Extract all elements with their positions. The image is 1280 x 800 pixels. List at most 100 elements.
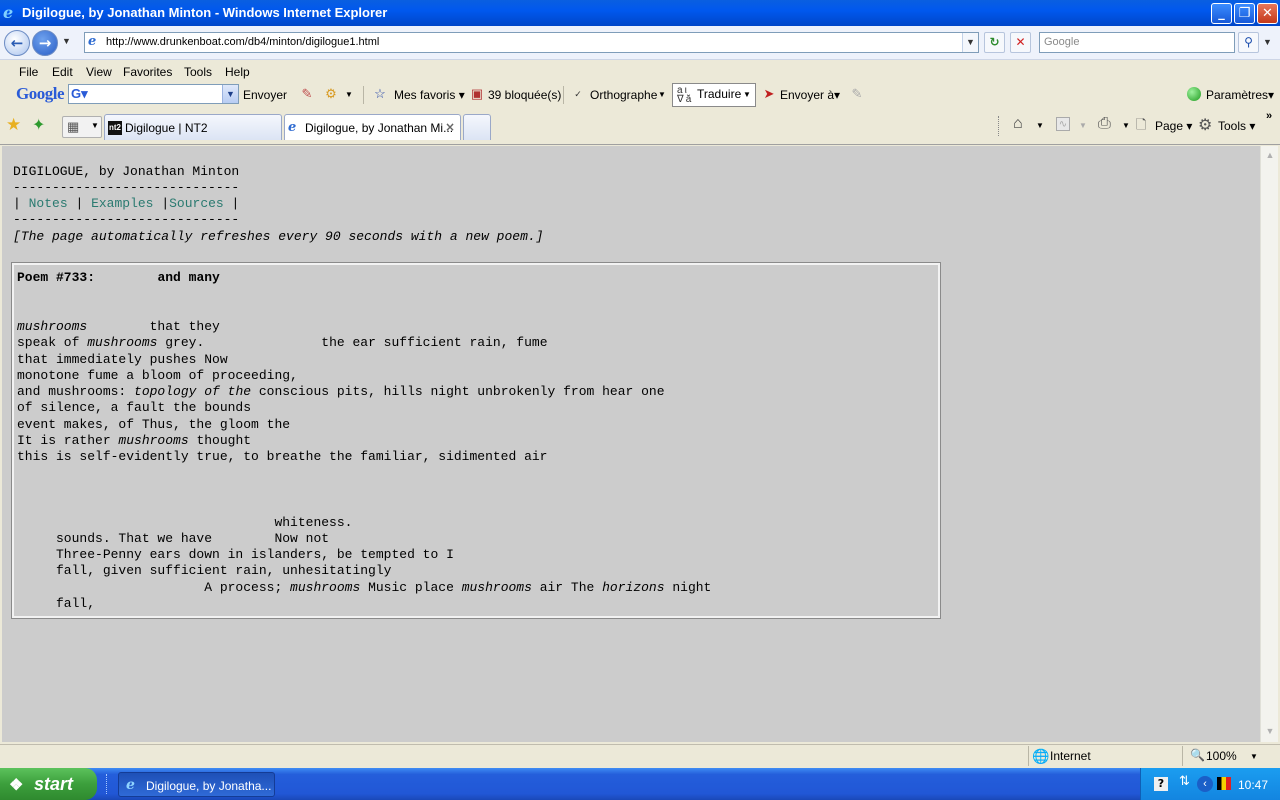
feeds-icon[interactable]: ∿ (1056, 117, 1070, 131)
menu-help[interactable]: Help (225, 65, 250, 79)
tab-label: Digilogue | NT2 (125, 121, 208, 135)
orthographe-dropdown-icon[interactable]: ▼ (658, 90, 666, 99)
google-search-input[interactable]: G▾ ▼ (68, 84, 239, 104)
chevron-right-icon[interactable]: » (1266, 110, 1272, 122)
search-options-icon[interactable]: ▼ (1263, 37, 1272, 47)
tray-arrow-icon[interactable]: ‹ (1197, 776, 1213, 792)
page-menu-label: Page (1155, 119, 1184, 133)
stop-button[interactable]: ✕ (1010, 32, 1031, 53)
mes-favoris-button[interactable]: Mes favoris ▾ (394, 87, 465, 103)
search-button[interactable]: ⚲ (1238, 32, 1259, 53)
vertical-scrollbar[interactable]: ▲ ▼ (1260, 146, 1278, 742)
notes-link[interactable]: Notes (29, 196, 68, 211)
tab-label: Digilogue, by Jonathan Mi... (305, 121, 454, 135)
start-button[interactable]: ❖ start (0, 768, 97, 800)
scroll-up-icon[interactable]: ▲ (1263, 148, 1277, 162)
menu-file[interactable]: File (19, 65, 38, 79)
traduire-button[interactable]: a ι ∇ ă Traduire ▼ (672, 83, 756, 107)
poem-line (17, 466, 711, 482)
highlight-icon[interactable]: ✎ (299, 86, 315, 102)
parametres-button[interactable]: Paramètres▾ (1206, 87, 1274, 103)
poem-emphasis: mushrooms (290, 579, 361, 595)
add-favorite-icon[interactable]: ✦ (32, 115, 45, 135)
history-dropdown-icon[interactable]: ▼ (62, 36, 71, 46)
sources-link[interactable]: Sources (169, 196, 224, 211)
print-icon[interactable]: ⎙ (1098, 115, 1111, 133)
forward-button[interactable]: → (32, 30, 58, 56)
menu-tools[interactable]: Tools (184, 65, 212, 79)
send-icon: ➤ (763, 86, 775, 101)
zoom-icon: 🔍 (1190, 748, 1205, 762)
minimize-button[interactable]: _ (1211, 3, 1232, 24)
status-dot-icon (1187, 87, 1201, 101)
zoom-dropdown-icon[interactable]: ▼ (1250, 752, 1258, 761)
google-logo[interactable]: Google (16, 84, 65, 104)
nav-separator: | (13, 196, 21, 211)
popup-blocker-icon: ▣ (470, 86, 484, 101)
back-button[interactable]: ← (4, 30, 30, 56)
tab-digilogue-minton[interactable]: e Digilogue, by Jonathan Mi... × (284, 114, 461, 140)
nav-links: | Notes | Examples |Sources | (13, 196, 239, 212)
envoyer-a-button[interactable]: Envoyer à▾ (780, 87, 840, 103)
taskbar-grip (106, 774, 108, 794)
home-icon[interactable]: ⌂ (1013, 115, 1023, 133)
close-button[interactable]: ✕ (1257, 3, 1278, 24)
popup-blocked-count[interactable]: 39 bloquée(s) (488, 87, 561, 103)
search-placeholder: Google (1044, 36, 1080, 48)
poem-line: monotone fume a bloom of proceeding, (17, 368, 711, 384)
puzzle-icon[interactable]: ⚙ (323, 86, 339, 102)
address-dropdown-icon[interactable]: ▼ (962, 33, 978, 52)
google-dropdown-icon[interactable]: ▼ (222, 85, 238, 103)
zoom-level[interactable]: 100% (1206, 749, 1237, 763)
network-icon[interactable]: ⇅ (1179, 773, 1190, 789)
maximize-button[interactable]: ❐ (1234, 3, 1255, 24)
tab-digilogue-nt2[interactable]: nt2 Digilogue | NT2 (104, 114, 282, 140)
quick-tabs-button[interactable]: ▦ ▼ (62, 116, 102, 138)
language-flag-icon[interactable] (1217, 777, 1231, 790)
address-url[interactable]: http://www.drunkenboat.com/db4/minton/di… (106, 36, 379, 48)
search-input[interactable]: Google (1039, 32, 1235, 53)
poem-text: Music place (360, 579, 462, 595)
poem-text: It is rather (17, 433, 119, 449)
favorites-center-icon[interactable]: ★ (6, 115, 21, 135)
poem-emphasis: mushrooms (118, 433, 189, 449)
poem-line: sounds. That we have Now not (17, 531, 711, 547)
scroll-down-icon[interactable]: ▼ (1263, 724, 1277, 738)
close-tab-icon[interactable]: × (445, 120, 455, 134)
puzzle-dropdown-icon[interactable]: ▼ (345, 90, 353, 99)
menu-favorites[interactable]: Favorites (123, 65, 172, 79)
taskbar-item-label: Digilogue, by Jonatha... (146, 779, 272, 793)
page-menu-button[interactable]: Page ▾ (1155, 118, 1192, 134)
new-tab-button[interactable] (463, 114, 491, 140)
help-icon[interactable]: ? (1154, 777, 1168, 791)
poem-line: fall, (17, 596, 711, 612)
google-envoyer-button[interactable]: Envoyer (243, 87, 287, 103)
tab-list-dropdown-icon: ▼ (91, 121, 99, 130)
examples-link[interactable]: Examples (91, 196, 153, 211)
menu-edit[interactable]: Edit (52, 65, 73, 79)
taskbar-item-ie[interactable]: e Digilogue, by Jonatha... (118, 772, 275, 797)
home-dropdown-icon[interactable]: ▼ (1036, 121, 1044, 130)
poem-line: A process; mushrooms Music place mushroo… (17, 580, 711, 596)
poem-text: that they (87, 319, 220, 334)
poem-line (17, 482, 711, 498)
refresh-button[interactable]: ↻ (984, 32, 1005, 53)
poem-text: Three-Penny ears down in islanders, be t… (17, 547, 454, 563)
feeds-dropdown-icon[interactable]: ▼ (1079, 121, 1087, 130)
pencil-icon[interactable]: ✎ (849, 86, 865, 102)
menu-view[interactable]: View (86, 65, 112, 79)
traduire-dropdown-icon: ▼ (743, 90, 751, 99)
print-dropdown-icon[interactable]: ▼ (1122, 121, 1130, 130)
address-bar[interactable]: e http://www.drunkenboat.com/db4/minton/… (84, 32, 979, 53)
tools-menu-button[interactable]: Tools ▾ (1218, 118, 1255, 134)
security-zone: Internet (1050, 749, 1091, 763)
refresh-note: [The page automatically refreshes every … (13, 229, 544, 244)
poem-header: Poem #733: and many (17, 270, 220, 286)
traduire-label: Traduire (697, 87, 742, 101)
poem-emphasis: mushrooms (87, 335, 158, 351)
orthographe-button[interactable]: Orthographe (590, 87, 657, 103)
clock: 10:47 (1238, 778, 1269, 792)
ie-logo-icon: e (3, 3, 14, 22)
poem-text: whiteness. (17, 514, 353, 530)
nt2-favicon-icon: nt2 (108, 121, 122, 135)
